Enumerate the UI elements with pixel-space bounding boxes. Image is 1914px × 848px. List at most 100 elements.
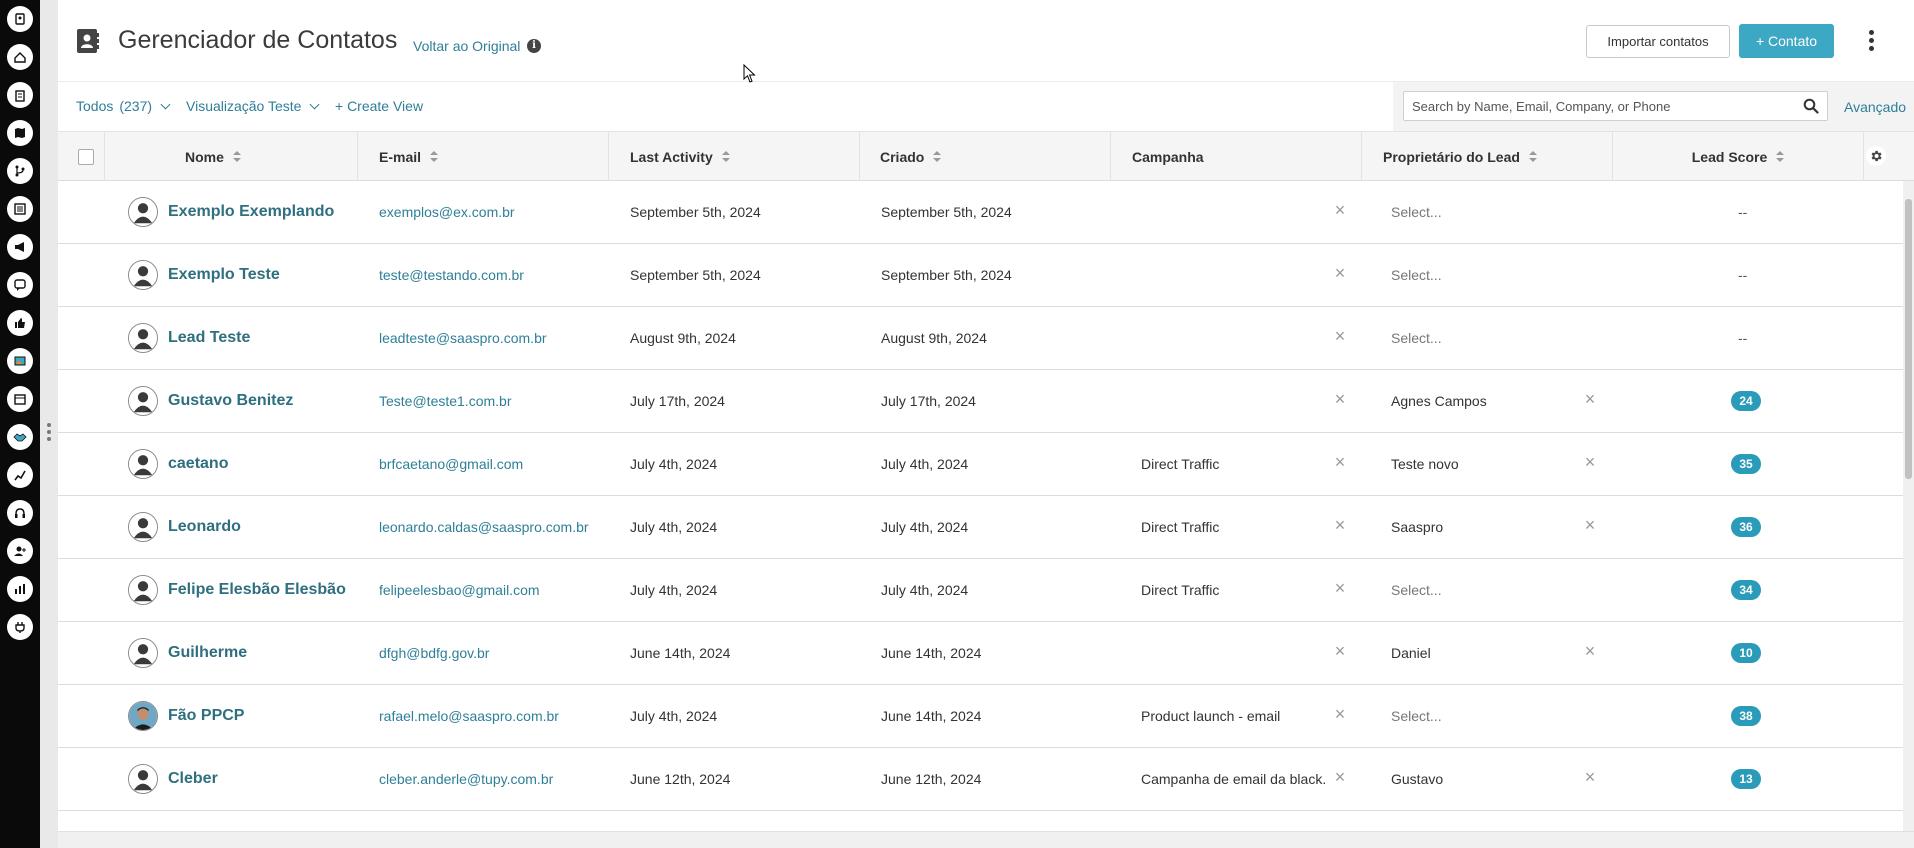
branch-icon[interactable] — [7, 158, 33, 184]
lead-owner-select[interactable]: Agnes Campos — [1391, 370, 1581, 432]
avatar[interactable] — [128, 512, 158, 542]
avatar[interactable] — [128, 449, 158, 479]
clear-owner-icon[interactable]: × — [1583, 453, 1597, 471]
lead-owner-select[interactable]: Select... — [1391, 307, 1581, 369]
lead-owner-select[interactable]: Saaspro — [1391, 496, 1581, 558]
sidebar-resize-handle[interactable] — [47, 423, 51, 444]
contact-email-link[interactable]: dfgh@bdfg.gov.br — [379, 622, 604, 684]
campaign-select[interactable]: Product launch - email — [1141, 685, 1326, 747]
clipboard-icon[interactable] — [7, 82, 33, 108]
contact-email-link[interactable]: brfcaetano@gmail.com — [379, 433, 604, 495]
select-all-checkbox[interactable] — [78, 149, 94, 165]
lead-owner-select[interactable]: Daniel — [1391, 622, 1581, 684]
avatar[interactable] — [128, 260, 158, 290]
avatar[interactable] — [128, 701, 158, 731]
clear-campaign-icon[interactable]: × — [1333, 201, 1347, 219]
lead-owner-select[interactable]: Select... — [1391, 685, 1581, 747]
more-options-icon[interactable] — [1866, 30, 1876, 54]
all-contacts-dropdown[interactable]: Todos (237) — [76, 98, 171, 114]
table-row[interactable]: Guilherme dfgh@bdfg.gov.br June 14th, 2024… — [58, 622, 1903, 685]
bar-chart-icon[interactable] — [7, 576, 33, 602]
avatar[interactable] — [128, 575, 158, 605]
list-icon[interactable] — [7, 196, 33, 222]
column-header-owner[interactable]: Proprietário do Lead — [1362, 132, 1613, 181]
column-header-email[interactable]: E-mail — [358, 132, 609, 181]
import-contacts-button[interactable]: Importar contatos — [1586, 25, 1730, 58]
back-to-original-link[interactable]: Voltar ao Original — [413, 38, 520, 54]
table-row[interactable]: Lead Teste leadteste@saaspro.com.br August… — [58, 307, 1903, 370]
table-row[interactable]: caetano brfcaetano@gmail.com July 4th, 202… — [58, 433, 1903, 496]
contact-name-link[interactable]: Exemplo Teste — [168, 244, 353, 306]
table-row[interactable]: Exemplo Exemplando exemplos@ex.com.br Sept… — [58, 181, 1903, 244]
contact-name-link[interactable]: caetano — [168, 433, 353, 495]
search-icon[interactable] — [1803, 98, 1819, 114]
column-header-created[interactable]: Criado — [860, 132, 1111, 181]
clear-campaign-icon[interactable]: × — [1333, 768, 1347, 786]
column-header-name[interactable]: Nome — [105, 132, 358, 181]
contact-email-link[interactable]: felipeelesbao@gmail.com — [379, 559, 604, 621]
lead-owner-select[interactable]: Teste novo — [1391, 433, 1581, 495]
horizontal-scrollbar[interactable] — [58, 831, 1914, 848]
advanced-search-link[interactable]: Avançado — [1844, 99, 1906, 115]
contact-name-link[interactable]: Leonardo — [168, 496, 353, 558]
table-row[interactable]: Gustavo Benitez Teste@teste1.com.br July 1… — [58, 370, 1903, 433]
clear-campaign-icon[interactable]: × — [1333, 327, 1347, 345]
campaign-select[interactable] — [1141, 370, 1326, 432]
table-row[interactable]: Leonardo leonardo.caldas@saaspro.com.br Ju… — [58, 496, 1903, 559]
create-view-link[interactable]: + Create View — [335, 98, 423, 114]
contact-name-link[interactable]: Gustavo Benitez — [168, 370, 353, 432]
add-contact-button[interactable]: + Contato — [1739, 24, 1834, 58]
clear-owner-icon[interactable]: × — [1583, 768, 1597, 786]
campaign-select[interactable]: Direct Traffic — [1141, 559, 1326, 621]
handshake-icon[interactable] — [7, 424, 33, 450]
avatar[interactable] — [128, 386, 158, 416]
plug-icon[interactable] — [7, 614, 33, 640]
table-row[interactable]: Fão PPCP rafael.melo@saaspro.com.br July 4… — [58, 685, 1903, 748]
column-header-campaign[interactable]: Campanha — [1111, 132, 1362, 181]
clear-campaign-icon[interactable]: × — [1333, 453, 1347, 471]
contact-email-link[interactable]: Teste@teste1.com.br — [379, 370, 604, 432]
contact-name-link[interactable]: Cleber — [168, 748, 353, 810]
clear-owner-icon[interactable]: × — [1583, 642, 1597, 660]
contact-email-link[interactable]: teste@testando.com.br — [379, 244, 604, 306]
campaign-select[interactable] — [1141, 244, 1326, 306]
column-header-last-activity[interactable]: Last Activity — [609, 132, 860, 181]
avatar[interactable] — [128, 323, 158, 353]
gear-icon[interactable] — [1866, 146, 1886, 166]
lead-owner-select[interactable]: Select... — [1391, 244, 1581, 306]
scrollbar-thumb[interactable] — [1905, 199, 1912, 479]
contact-email-link[interactable]: leadteste@saaspro.com.br — [379, 307, 604, 369]
contact-name-link[interactable]: Lead Teste — [168, 307, 353, 369]
add-user-icon[interactable] — [7, 538, 33, 564]
clear-campaign-icon[interactable]: × — [1333, 516, 1347, 534]
table-row[interactable]: Exemplo Teste teste@testando.com.br Septem… — [58, 244, 1903, 307]
campaign-select[interactable]: Direct Traffic — [1141, 433, 1326, 495]
contact-email-link[interactable]: cleber.anderle@tupy.com.br — [379, 748, 604, 810]
contact-email-link[interactable]: rafael.melo@saaspro.com.br — [379, 685, 604, 747]
clear-campaign-icon[interactable]: × — [1333, 390, 1347, 408]
clear-campaign-icon[interactable]: × — [1333, 642, 1347, 660]
contact-name-link[interactable]: Fão PPCP — [168, 685, 353, 747]
trend-chart-icon[interactable] — [7, 462, 33, 488]
megaphone-icon[interactable] — [7, 234, 33, 260]
table-row[interactable]: Felipe Elesbão Elesbão felipeelesbao@gmai… — [58, 559, 1903, 622]
clear-owner-icon[interactable]: × — [1583, 390, 1597, 408]
avatar[interactable] — [128, 197, 158, 227]
campaign-select[interactable] — [1141, 307, 1326, 369]
headset-icon[interactable] — [7, 500, 33, 526]
map-icon[interactable] — [7, 120, 33, 146]
contact-email-link[interactable]: exemplos@ex.com.br — [379, 181, 604, 243]
contact-name-link[interactable]: Felipe Elesbão Elesbão — [168, 559, 353, 621]
lead-owner-select[interactable]: Select... — [1391, 181, 1581, 243]
contact-name-link[interactable]: Guilherme — [168, 622, 353, 684]
campaign-select[interactable]: Direct Traffic — [1141, 496, 1326, 558]
clear-campaign-icon[interactable]: × — [1333, 264, 1347, 282]
clear-campaign-icon[interactable]: × — [1333, 705, 1347, 723]
thumbs-up-icon[interactable] — [7, 310, 33, 336]
campaign-select[interactable]: Campanha de email da black... — [1141, 748, 1326, 810]
calendar-icon[interactable] — [7, 386, 33, 412]
clear-owner-icon[interactable]: × — [1583, 516, 1597, 534]
info-icon[interactable]: i — [527, 39, 541, 53]
avatar[interactable] — [128, 764, 158, 794]
search-input[interactable] — [1403, 91, 1828, 121]
